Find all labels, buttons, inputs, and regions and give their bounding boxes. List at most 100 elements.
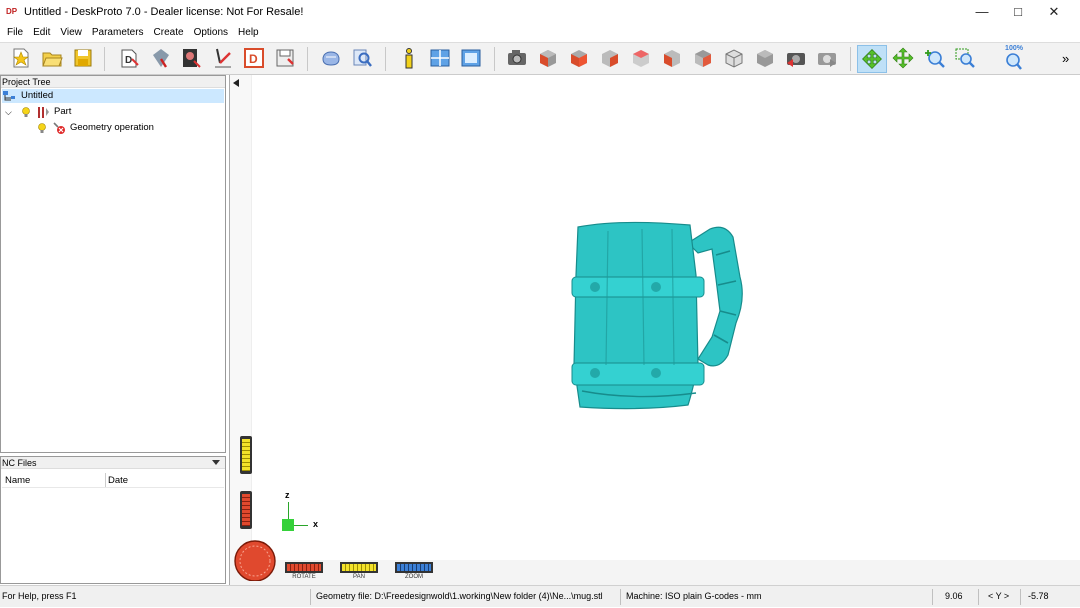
pan-dial[interactable] [240,436,252,474]
close-button[interactable]: ✕ [1036,0,1072,24]
vector-icon[interactable] [212,47,234,69]
status-bar: For Help, press F1 Geometry file: D:\Fre… [0,585,1080,607]
menu-options[interactable]: Options [189,24,233,42]
menu-create[interactable]: Create [149,24,189,42]
zoom-all-icon [1006,53,1022,70]
part-tree-icon [38,106,49,118]
status-axis-pair: < Y > [988,591,1010,601]
pan-thumbwheel-face [342,564,376,571]
nc-files-header: NC Files [1,457,225,469]
view-top-icon[interactable] [692,47,714,69]
chevron-down-icon[interactable]: ⌵ [5,105,17,119]
tree-item-part[interactable]: ⌵ Part [5,105,71,119]
rotate-mode-button[interactable] [857,45,887,73]
axis-label-z: z [285,490,290,500]
zoom-label: ZOOM [405,574,423,580]
multi-view-icon[interactable] [429,47,451,69]
nc-files-title: NC Files [2,458,37,468]
status-divider [1020,589,1021,605]
view-bottom-icon[interactable] [723,47,745,69]
save-nc-icon[interactable] [274,47,296,69]
minimize-button[interactable]: — [964,0,1000,24]
maximize-button[interactable]: □ [1000,0,1036,24]
toolbar-overflow-icon[interactable]: » [1062,51,1069,66]
pan-dial-face [242,439,250,471]
zoom-thumbwheel-face [397,564,431,571]
zoom-simulation-icon[interactable] [351,47,373,69]
pan-label: PAN [353,574,365,580]
dxf-icon[interactable]: D [243,47,265,69]
view-back-icon[interactable] [630,47,652,69]
zoom-window-icon[interactable] [954,47,976,69]
axis-label-x: x [313,519,319,529]
toolbar-separator [385,47,386,71]
tree-item-geometry-operation[interactable]: Geometry operation [36,121,154,135]
status-machine: Machine: ISO plain G-codes - mm [626,591,762,601]
toolbar-separator [494,47,495,71]
lightbulb-icon[interactable] [36,122,48,134]
pan-icon[interactable] [892,47,914,69]
3d-viewport[interactable]: z x ROTATE PAN ZOOM [229,75,1080,585]
operation-error-icon [53,121,65,134]
lightbulb-icon[interactable] [20,106,32,118]
svg-text:D: D [249,52,258,66]
status-help-text: For Help, press F1 [2,591,77,601]
bitmap-icon[interactable] [180,47,202,69]
column-divider[interactable] [105,473,106,487]
column-header-date[interactable]: Date [108,475,128,486]
previous-view-icon[interactable] [785,47,807,69]
view-iso-icon[interactable] [537,47,559,69]
camera-icon[interactable] [506,47,528,69]
view-left-icon[interactable] [661,47,683,69]
project-tree-header: Project Tree [1,76,225,88]
view-right-icon[interactable] [599,47,621,69]
tree-label-project: Untitled [21,90,54,101]
menu-view[interactable]: View [55,24,87,42]
next-view-icon[interactable] [816,47,838,69]
window-title: Untitled - DeskProto 7.0 - Dealer licens… [24,6,304,18]
column-header-underline [2,487,224,488]
mug-model[interactable] [560,215,780,415]
view-cube-icon[interactable] [754,47,776,69]
single-view-icon[interactable] [460,47,482,69]
part-icon[interactable] [150,47,172,69]
status-coord-x: 9.06 [945,591,963,601]
zoom-dial[interactable] [240,491,252,529]
status-divider [978,589,979,605]
open-folder-icon[interactable] [41,47,63,69]
pan-thumbwheel[interactable] [340,562,378,573]
title-bar: DP Untitled - DeskProto 7.0 - Dealer lic… [0,0,1080,24]
menu-bar: File Edit View Parameters Create Options… [0,24,1080,42]
simulation-icon[interactable] [320,47,342,69]
new-project-icon[interactable] [10,47,32,69]
zoom-in-icon[interactable] [923,47,945,69]
tree-item-project[interactable]: Untitled [2,89,224,103]
zoom-100-button[interactable]: 100% [998,45,1030,73]
rotate-thumbwheel[interactable] [285,562,323,573]
axis-origin-marker [282,519,294,531]
load-geometry-icon[interactable]: D [118,47,140,69]
tree-label-geometry-operation: Geometry operation [70,122,154,133]
status-divider [932,589,933,605]
view-front-icon[interactable] [568,47,590,69]
info-icon[interactable] [398,47,420,69]
main-toolbar: D D 100% » [0,42,1080,75]
toolbar-separator [104,47,105,71]
rotate-icon [862,49,882,69]
zoom-dial-face [242,494,250,526]
menu-parameters[interactable]: Parameters [87,24,149,42]
toolbar-separator [307,47,308,71]
collapse-panel-arrow-icon[interactable] [233,79,240,87]
project-tree-panel: Project Tree Untitled ⌵ Part Geometry op… [0,75,226,453]
menu-edit[interactable]: Edit [28,24,55,42]
dropdown-arrow-icon[interactable] [212,460,220,466]
column-header-name[interactable]: Name [5,475,30,486]
save-icon[interactable] [72,47,94,69]
z-axis-line [288,502,289,520]
menu-help[interactable]: Help [233,24,264,42]
status-divider [620,589,621,605]
menu-file[interactable]: File [2,24,28,42]
zoom-thumbwheel[interactable] [395,562,433,573]
rotate-thumbwheel-face [287,564,321,571]
rotate-wheel[interactable] [233,539,277,581]
